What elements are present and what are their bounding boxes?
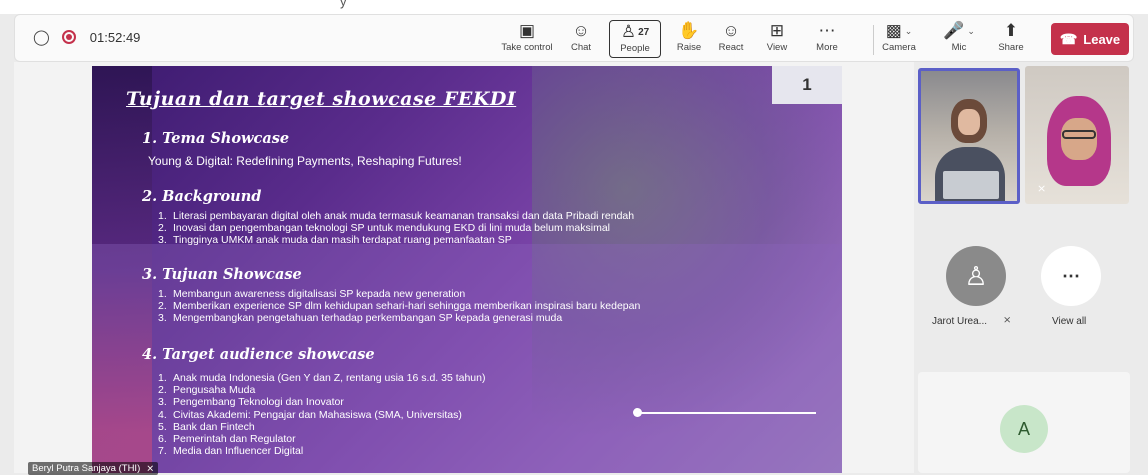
people-label: People bbox=[620, 43, 650, 54]
take-control-button[interactable]: ▣ Take control bbox=[501, 20, 553, 58]
presenter-name: Beryl Putra Sanjaya (THI) bbox=[32, 463, 141, 474]
mic-label: Mic bbox=[951, 42, 967, 53]
top-strip: y bbox=[0, 0, 1148, 14]
smiley-icon: ☺ bbox=[722, 21, 740, 40]
mic-off-icon: 🎤 ⌄ bbox=[943, 21, 975, 40]
raise-label: Raise bbox=[676, 42, 702, 53]
participant-name: Jarot Urea... bbox=[932, 316, 988, 327]
list-item: 3. Tingginya UMKM anak muda dan masih ter… bbox=[158, 234, 512, 247]
list-item: 6. Pemerintah dan Regulator bbox=[158, 433, 296, 446]
participant-video-tile[interactable] bbox=[918, 68, 1020, 204]
list-item: 2. Inovasi dan pengembangan teknologi SP … bbox=[158, 222, 610, 235]
more-button[interactable]: ⋯ More bbox=[801, 20, 853, 58]
list-item: 4. Civitas Akademi: Pengajar dan Mahasisw… bbox=[158, 408, 462, 421]
slide-connector-line bbox=[636, 412, 816, 414]
view-button[interactable]: ⊞ View bbox=[751, 20, 803, 58]
people-button[interactable]: ♙ 27 People bbox=[609, 20, 661, 58]
glasses-icon bbox=[1062, 130, 1096, 139]
take-control-icon: ▣ bbox=[518, 21, 536, 40]
chat-icon: ☺ bbox=[572, 21, 590, 40]
section-text: Young & Digital: Redefining Payments, Re… bbox=[148, 154, 462, 168]
share-button[interactable]: ⬆ Share bbox=[985, 20, 1037, 58]
participant-avatar[interactable]: ♙ bbox=[946, 246, 1006, 306]
section-heading: 2. Background bbox=[142, 188, 262, 205]
leave-button[interactable]: ☎ Leave bbox=[1051, 23, 1129, 55]
slide-number: 1 bbox=[772, 66, 842, 104]
chat-label: Chat bbox=[570, 42, 592, 53]
list-item: 1. Membangun awareness digitalisasi SP ke… bbox=[158, 288, 466, 300]
target-audience-list: 1. Anak muda Indonesia (Gen Y dan Z, rent… bbox=[158, 372, 486, 457]
background-list: 1. Literasi pembayaran digital oleh anak … bbox=[158, 210, 634, 247]
presenter-name-tag: Beryl Putra Sanjaya (THI) ⨯ bbox=[28, 462, 159, 475]
react-button[interactable]: ☺ React bbox=[705, 20, 757, 58]
list-item: 1. Anak muda Indonesia (Gen Y dan Z, rent… bbox=[158, 372, 486, 384]
people-count: 27 bbox=[638, 26, 650, 38]
camera-off-icon: ▩ ⌄ bbox=[885, 21, 913, 40]
list-item: 7. Media dan Influencer Digital bbox=[158, 445, 304, 458]
chevron-down-icon[interactable]: ⌄ bbox=[905, 26, 913, 37]
phone-icon: ☎ bbox=[1059, 30, 1078, 47]
people-icon: ♙ 27 bbox=[620, 22, 650, 41]
list-item: 5. Bank dan Fintech bbox=[158, 420, 255, 433]
section-heading: 3. Tujuan Showcase bbox=[142, 266, 302, 283]
meeting-timer: 01:52:49 bbox=[89, 29, 141, 45]
leave-label: Leave bbox=[1083, 31, 1121, 47]
shield-icon[interactable]: ◯ bbox=[33, 28, 50, 46]
laptop-icon bbox=[943, 171, 999, 199]
mic-off-icon: ⨯ bbox=[1037, 183, 1047, 195]
view-label: View bbox=[766, 42, 788, 53]
tujuan-list: 1. Membangun awareness digitalisasi SP ke… bbox=[158, 288, 640, 325]
mic-off-icon: ⨯ bbox=[1003, 315, 1012, 326]
list-item: 3. Mengembangkan pengetahuan terhadap per… bbox=[158, 312, 563, 325]
recording-icon bbox=[61, 30, 76, 44]
section-heading: 4. Target audience showcase bbox=[142, 346, 375, 363]
more-label: More bbox=[816, 42, 838, 53]
mic-button[interactable]: 🎤 ⌄ Mic bbox=[931, 20, 987, 58]
view-all-button[interactable]: ⋯ bbox=[1041, 246, 1101, 306]
participant-avatar: A bbox=[1000, 405, 1048, 453]
toolbar-left: ◯ 01:52:49 bbox=[33, 28, 140, 46]
list-item: 2. Memberikan experience SP dlm kehidupan… bbox=[158, 300, 641, 313]
section-heading: 1. Tema Showcase bbox=[142, 130, 290, 147]
meeting-toolbar: ◯ 01:52:49 ▣ Take control ☺ Chat ♙ 27 Peo… bbox=[14, 14, 1134, 62]
mic-off-icon: ⨯ bbox=[146, 463, 155, 474]
participant-video-tile[interactable]: ⨯ bbox=[1025, 66, 1129, 204]
list-item: 2. Pengusaha Muda bbox=[158, 384, 256, 397]
list-item: 3. Pengembang Teknologi dan Inovator bbox=[158, 396, 344, 409]
chevron-down-icon[interactable]: ⌄ bbox=[967, 26, 975, 37]
view-all-label[interactable]: View all bbox=[1052, 316, 1086, 327]
hand-icon: ✋ bbox=[678, 21, 700, 40]
slide-title: Tujuan dan target showcase FEKDI bbox=[126, 88, 517, 110]
top-fragment: y bbox=[340, 0, 347, 9]
share-label: Share bbox=[998, 42, 1024, 53]
list-item: 1. Literasi pembayaran digital oleh anak … bbox=[158, 210, 635, 222]
camera-label: Camera bbox=[882, 42, 916, 53]
ellipsis-icon: ⋯ bbox=[818, 21, 836, 40]
grid-icon: ⊞ bbox=[769, 21, 785, 40]
camera-button[interactable]: ▩ ⌄ Camera bbox=[869, 20, 929, 58]
take-control-label: Take control bbox=[501, 42, 553, 53]
share-icon: ⬆ bbox=[1003, 21, 1019, 40]
participant-face bbox=[958, 109, 980, 135]
participant-face bbox=[1061, 118, 1097, 160]
chat-button[interactable]: ☺ Chat bbox=[555, 20, 607, 58]
react-label: React bbox=[718, 42, 744, 53]
